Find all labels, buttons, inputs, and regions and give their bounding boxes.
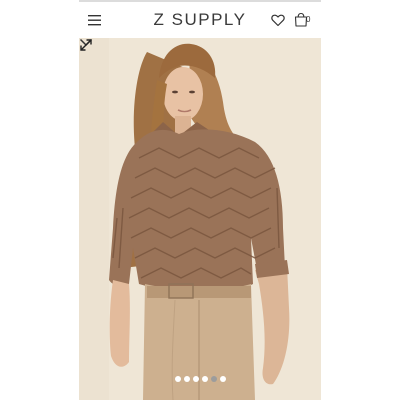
product-page: Z SUPPLY 0 [79, 0, 321, 400]
heart-icon[interactable] [271, 13, 285, 27]
carousel-dot-active[interactable] [211, 376, 217, 382]
brand-logo[interactable]: Z SUPPLY [129, 10, 271, 30]
expand-icon[interactable] [79, 38, 93, 52]
carousel-dot[interactable] [175, 376, 181, 382]
carousel-dot[interactable] [193, 376, 199, 382]
cart-count: 0 [306, 15, 311, 24]
carousel-dot[interactable] [220, 376, 226, 382]
site-header: Z SUPPLY 0 [79, 2, 321, 38]
product-image-gallery[interactable] [79, 38, 321, 400]
product-photo [79, 38, 321, 400]
carousel-dots [175, 376, 226, 382]
hamburger-menu-icon[interactable] [87, 12, 103, 28]
carousel-dot[interactable] [184, 376, 190, 382]
carousel-dot[interactable] [202, 376, 208, 382]
